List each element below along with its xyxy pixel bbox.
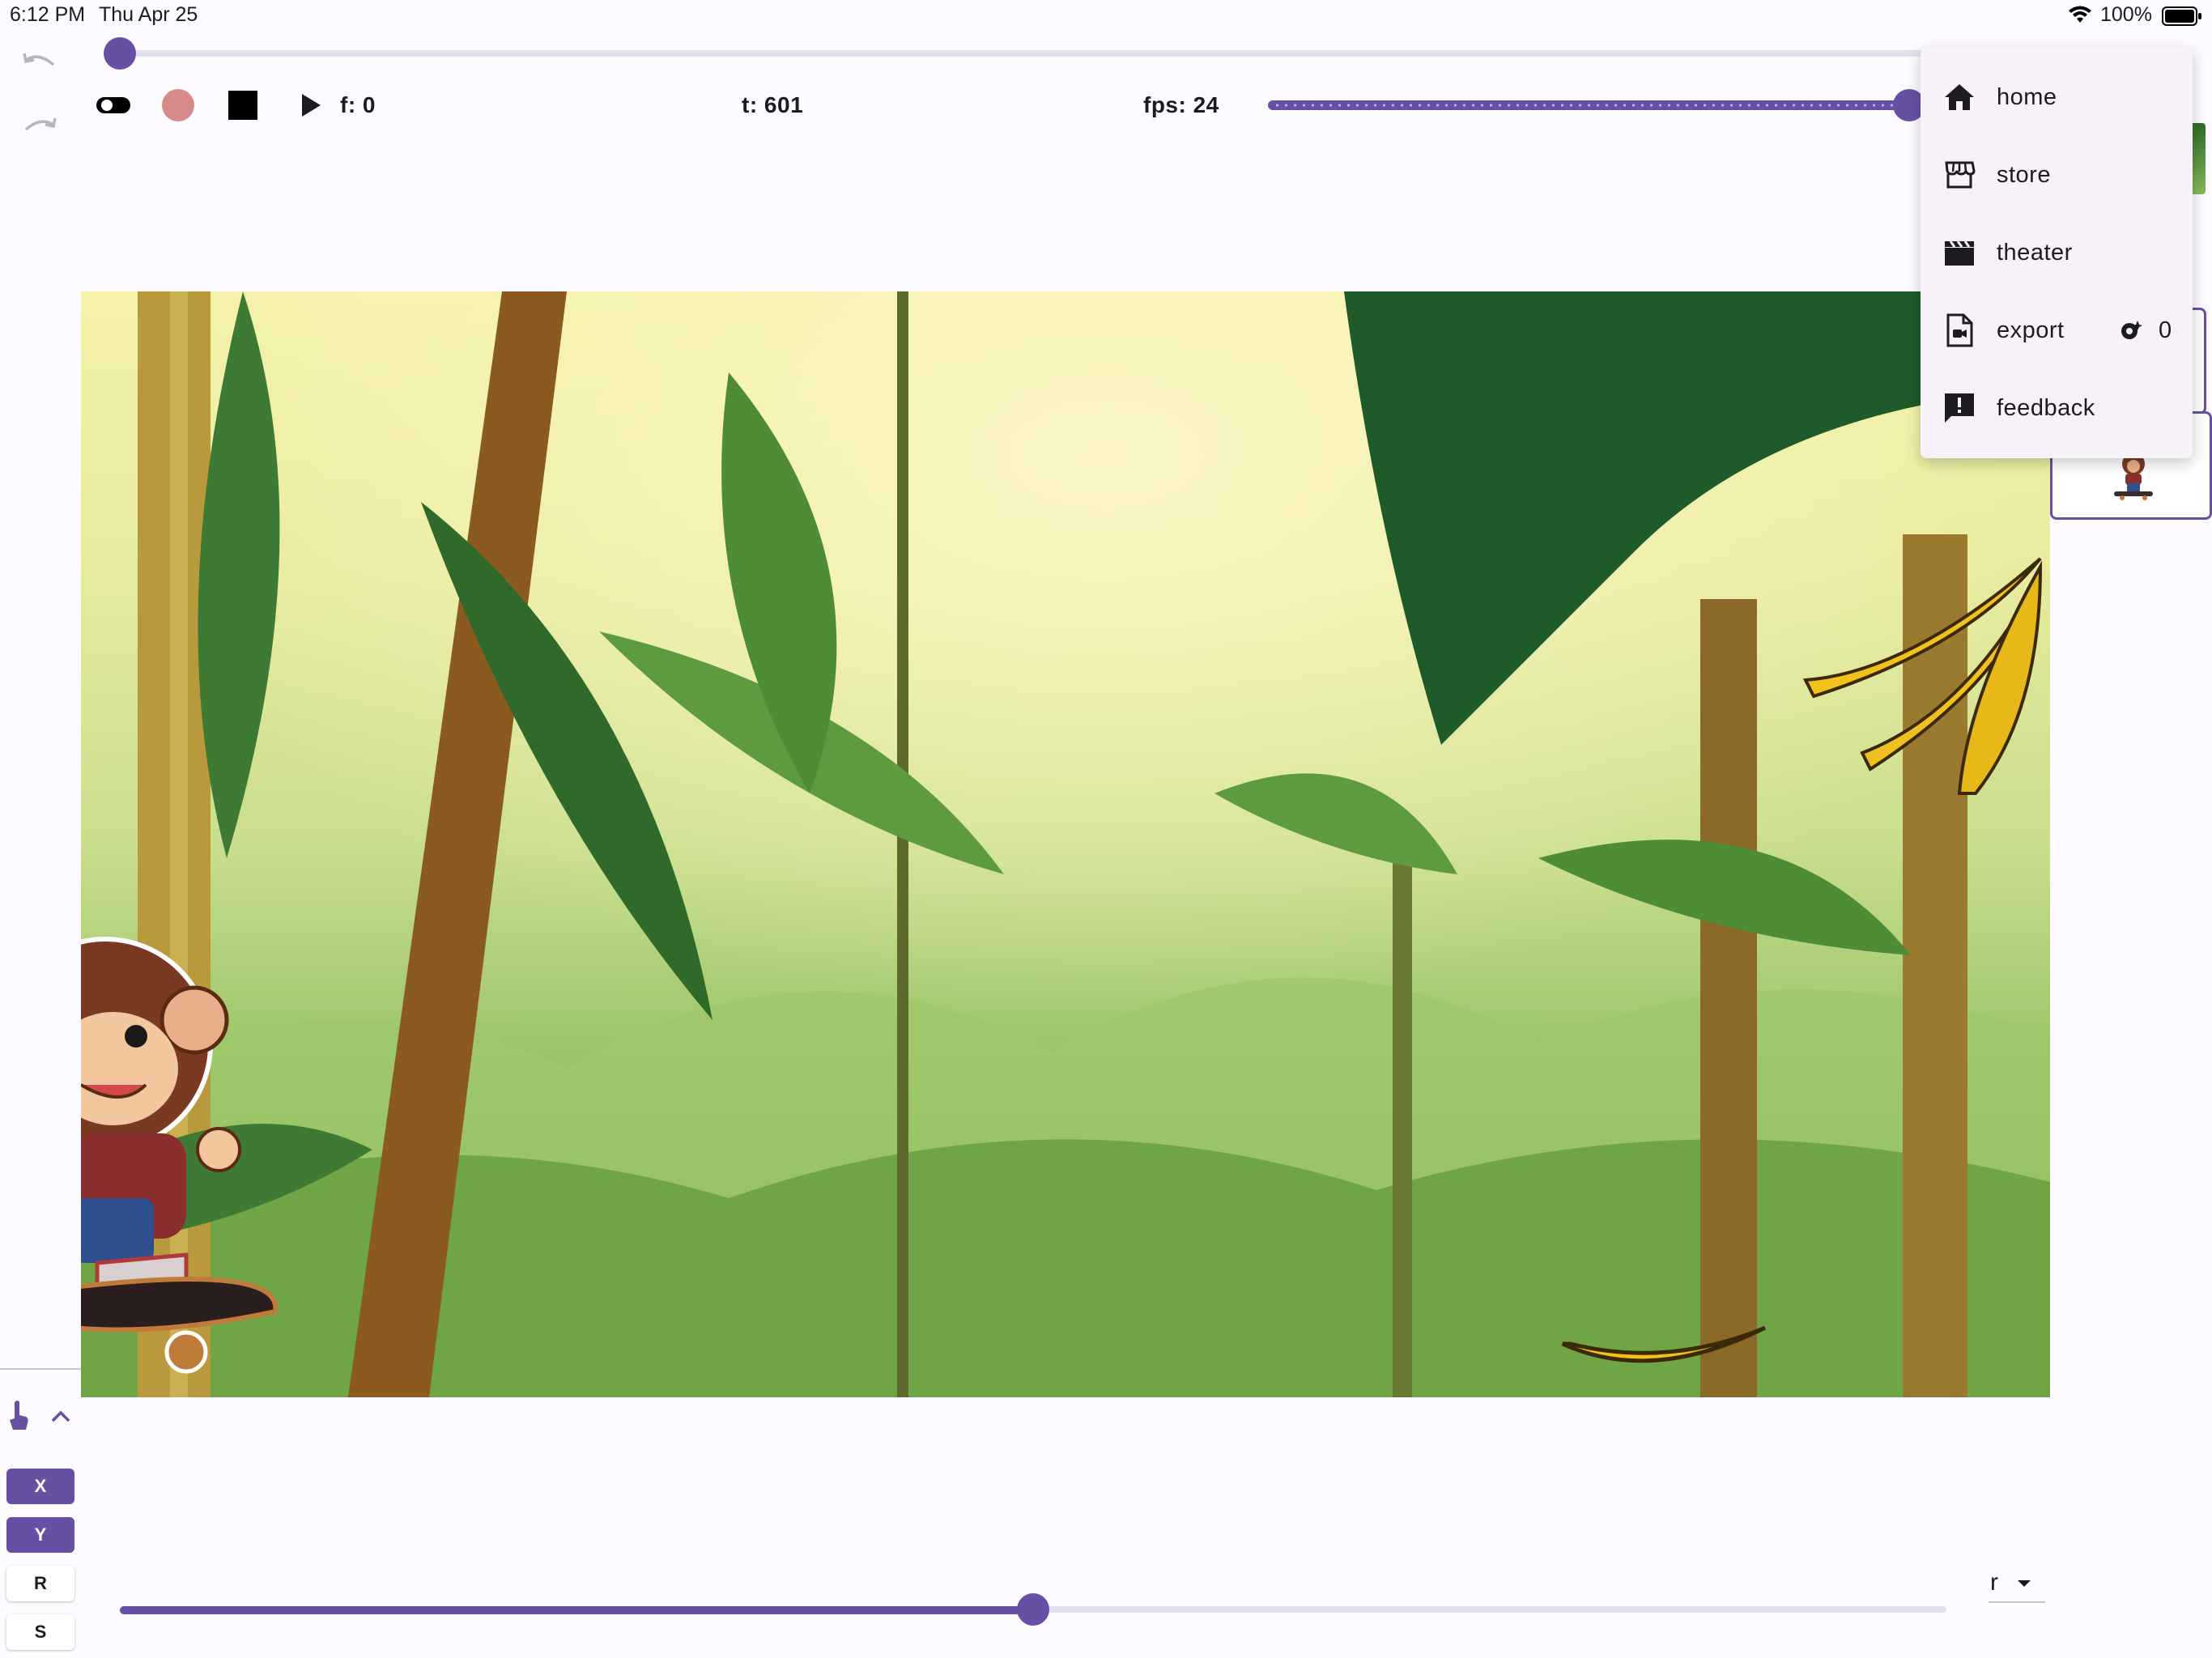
menu-item-home[interactable]: home (1921, 58, 2193, 136)
fps-slider-ticks (1273, 104, 1904, 107)
rotate-button[interactable]: R (6, 1566, 74, 1601)
store-icon (1942, 157, 1977, 193)
touch-hand-icon (10, 1401, 28, 1430)
menu-item-feedback[interactable]: feedback (1921, 369, 2193, 447)
frame-label: f: 0 (340, 92, 376, 117)
menu-label-home: home (1997, 83, 2057, 110)
feedback-icon (1942, 390, 1977, 426)
timeline-track[interactable] (118, 50, 1924, 57)
axis-x-button[interactable]: X (6, 1469, 74, 1504)
status-time: 6:12 PM (10, 3, 86, 26)
stroke-color-swatch[interactable] (228, 91, 257, 120)
timeline-thumb[interactable] (104, 37, 136, 70)
redo-icon (24, 117, 57, 131)
axis-y-button[interactable]: Y (6, 1517, 74, 1553)
animation-canvas[interactable] (81, 291, 2050, 1397)
home-icon (1942, 79, 1977, 115)
property-dropdown[interactable]: r (1989, 1567, 2045, 1603)
fill-color-swatch[interactable] (162, 89, 194, 121)
scale-button[interactable]: S (6, 1614, 74, 1650)
dropdown-arrow-icon (2018, 1580, 2031, 1587)
menu-label-feedback: feedback (1997, 394, 2095, 421)
dropdown-value: r (1990, 1569, 1998, 1596)
time-label: t: 601 (742, 92, 804, 117)
menu-item-store[interactable]: store (1921, 136, 2193, 214)
redo-button[interactable] (21, 115, 58, 139)
play-icon (302, 94, 321, 117)
bottom-slider-fill (120, 1606, 1033, 1614)
touch-mode-button[interactable] (6, 1399, 31, 1435)
wifi-icon (2068, 5, 2092, 28)
collapse-panel-button[interactable] (50, 1409, 71, 1427)
token-icon (2120, 319, 2142, 346)
menu-label-store: store (1997, 161, 2051, 188)
navigation-menu: home store theater export 0 feedback (1921, 47, 2193, 458)
menu-label-theater: theater (1997, 239, 2073, 266)
menu-label-export: export (1997, 317, 2065, 343)
onion-toggle[interactable] (96, 96, 131, 119)
side-panel-divider (0, 1368, 81, 1370)
battery-icon (2162, 6, 2202, 30)
play-button[interactable] (300, 92, 322, 122)
clapperboard-icon (1942, 235, 1977, 270)
toggle-icon (96, 97, 130, 113)
fps-label: fps: 24 (1143, 92, 1219, 117)
bottom-slider-thumb[interactable] (1017, 1593, 1049, 1626)
chevron-up-icon (51, 1410, 70, 1422)
menu-item-theater[interactable]: theater (1921, 214, 2193, 291)
battery-percent: 100% (2100, 3, 2152, 26)
status-date: Thu Apr 25 (99, 3, 198, 26)
export-video-icon (1942, 312, 1977, 348)
export-badge-count: 0 (2159, 317, 2172, 343)
undo-icon (23, 53, 55, 66)
jungle-background (81, 291, 2050, 1397)
menu-item-export[interactable]: export 0 (1921, 291, 2193, 369)
undo-button[interactable] (21, 50, 58, 74)
